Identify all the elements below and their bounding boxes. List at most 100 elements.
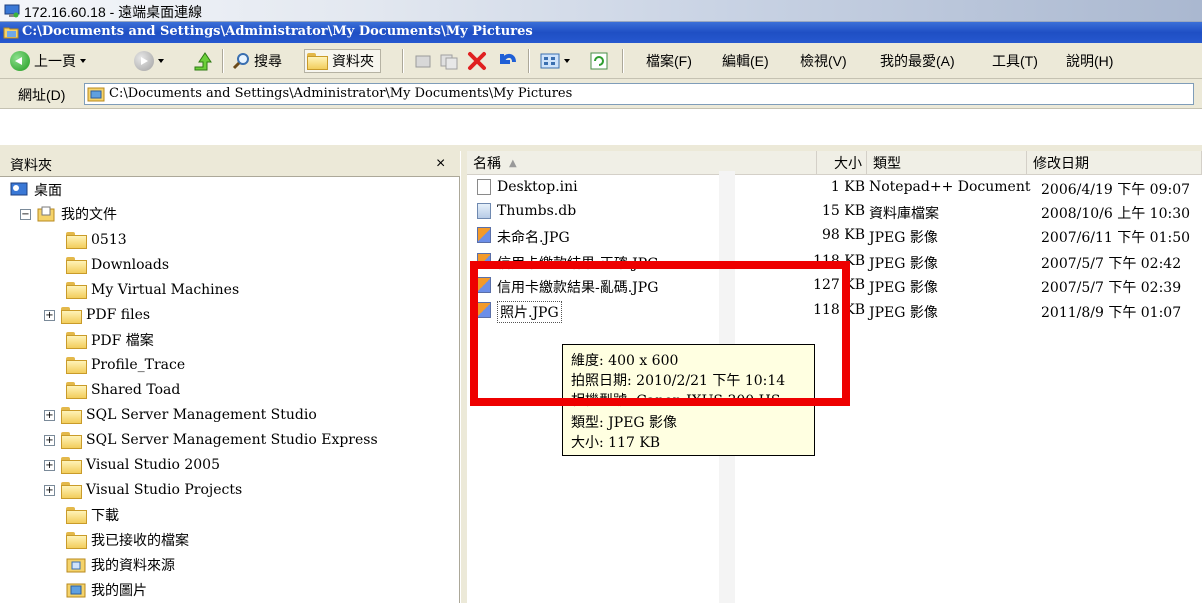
tree-label: Shared Toad xyxy=(91,382,181,398)
tree-item-my-documents[interactable]: − 我的文件 xyxy=(20,203,117,225)
menu-favorites[interactable]: 我的最愛(A) xyxy=(880,51,955,71)
views-button[interactable] xyxy=(540,49,570,73)
column-header-modified[interactable]: 修改日期 xyxy=(1027,151,1202,175)
tree-label: PDF files xyxy=(86,307,151,323)
ini-file-icon xyxy=(477,179,491,195)
copy-to-button[interactable] xyxy=(440,49,458,73)
tree-label: Downloads xyxy=(91,257,170,273)
menu-edit[interactable]: 編輯(E) xyxy=(722,51,769,71)
tree-item-sql-ssms[interactable]: + SQL Server Management Studio xyxy=(44,404,317,426)
menu-help[interactable]: 說明(H) xyxy=(1066,51,1113,71)
sort-ascending-icon: ▲ xyxy=(509,157,517,169)
tree-item-shared-toad[interactable]: Shared Toad xyxy=(66,379,180,401)
expand-toggle[interactable]: + xyxy=(44,434,55,446)
copy-to-icon xyxy=(440,54,458,70)
address-bar: 網址(D) C:\Documents and Settings\Administ… xyxy=(0,79,1202,109)
column-header-name[interactable]: 名稱 ▲ xyxy=(467,151,817,175)
folder-icon xyxy=(307,53,328,70)
expand-toggle[interactable]: + xyxy=(44,459,55,471)
folders-label: 資料夾 xyxy=(332,53,374,69)
file-modified: 2008/10/6 上午 10:30 xyxy=(1041,206,1191,222)
file-size: 98 KB xyxy=(821,227,865,243)
file-row[interactable]: Desktop.ini 1 KB Notepad++ Document 2006… xyxy=(467,176,1202,200)
menu-tools[interactable]: 工具(T) xyxy=(992,51,1038,71)
jpeg-file-icon xyxy=(477,227,491,243)
close-pane-button[interactable]: × xyxy=(436,155,445,173)
move-to-icon xyxy=(415,55,431,68)
tree-label: My Virtual Machines xyxy=(91,282,240,298)
chevron-down-icon xyxy=(564,59,570,63)
tree-label: Visual Studio Projects xyxy=(86,482,243,498)
tree-item-my-pictures[interactable]: 我的圖片 xyxy=(66,579,147,601)
column-header-size[interactable]: 大小 xyxy=(817,151,867,175)
data-sources-folder-icon xyxy=(66,558,86,573)
folder-icon xyxy=(66,257,87,274)
tree-item-sql-ssms-express[interactable]: + SQL Server Management Studio Express xyxy=(44,429,378,451)
expand-toggle[interactable]: + xyxy=(44,484,55,496)
tree-label: 桌面 xyxy=(34,183,62,199)
tree-label: Visual Studio 2005 xyxy=(86,457,220,473)
tree-label: Profile_Trace xyxy=(91,357,186,373)
tree-item-pdf-archive[interactable]: PDF 檔案 xyxy=(66,329,154,351)
file-modified: 2011/8/9 下午 01:07 xyxy=(1041,305,1182,321)
address-input[interactable]: C:\Documents and Settings\Administrator\… xyxy=(84,83,1194,105)
back-button[interactable]: 上一頁 xyxy=(10,49,86,73)
forward-button[interactable] xyxy=(134,49,164,73)
file-type: JPEG 影像 xyxy=(869,256,938,272)
folder-icon xyxy=(66,507,87,524)
tree-item-desktop[interactable]: 桌面 xyxy=(10,179,62,201)
folder-icon xyxy=(61,407,82,424)
tree-item-my-virtual-machines[interactable]: My Virtual Machines xyxy=(66,279,239,301)
tree-label: 下載 xyxy=(91,508,119,524)
folder-icon xyxy=(66,532,87,549)
tree-label: 我的圖片 xyxy=(91,583,147,599)
folders-button[interactable]: 資料夾 xyxy=(304,49,381,73)
menu-view[interactable]: 檢視(V) xyxy=(800,51,847,71)
chevron-down-icon xyxy=(158,59,164,63)
tree-item-0513[interactable]: 0513 xyxy=(66,229,127,251)
folder-icon xyxy=(61,482,82,499)
my-documents-icon xyxy=(37,206,55,222)
file-row[interactable]: Thumbs.db 15 KB 資料庫檔案 2008/10/6 上午 10:30 xyxy=(467,200,1202,224)
tree-item-vs-projects[interactable]: + Visual Studio Projects xyxy=(44,479,242,501)
search-button[interactable]: 搜尋 xyxy=(232,49,282,73)
file-name: 未命名.JPG xyxy=(497,230,570,246)
tree-item-downloads-zh[interactable]: 下載 xyxy=(66,504,119,526)
forward-arrow-icon xyxy=(134,51,154,71)
file-row[interactable]: 未命名.JPG 98 KB JPEG 影像 2007/6/11 下午 01:50 xyxy=(467,224,1202,248)
folder-icon xyxy=(61,457,82,474)
tree-item-vs2005[interactable]: + Visual Studio 2005 xyxy=(44,454,220,476)
file-type: JPEG 影像 xyxy=(869,280,938,296)
tooltip-type: 類型: JPEG 影像 xyxy=(571,415,678,431)
column-header-type[interactable]: 類型 xyxy=(867,151,1027,175)
menu-file[interactable]: 檔案(F) xyxy=(646,51,692,71)
collapse-toggle[interactable]: − xyxy=(20,208,31,220)
delete-button[interactable] xyxy=(466,49,488,73)
tree-label: 0513 xyxy=(91,232,127,248)
database-file-icon xyxy=(477,203,491,219)
column-label: 類型 xyxy=(873,156,901,172)
tree-label: 我已接收的檔案 xyxy=(91,533,189,549)
folder-pane-title: 資料夾 xyxy=(10,157,52,173)
tree-item-received-files[interactable]: 我已接收的檔案 xyxy=(66,529,189,551)
file-modified: 2007/5/7 下午 02:39 xyxy=(1041,280,1182,296)
folder-icon xyxy=(66,232,87,249)
tree-label: SQL Server Management Studio Express xyxy=(86,432,378,448)
up-folder-button[interactable] xyxy=(192,49,214,73)
file-name: Thumbs.db xyxy=(497,203,577,219)
file-type: JPEG 影像 xyxy=(869,305,938,321)
undo-button[interactable] xyxy=(496,49,518,73)
toolbar: 上一頁 搜尋 資料夾 檔案(F) 編輯(E) 檢視(V) 我的最愛(A) 工具(… xyxy=(0,43,1202,79)
tree-item-pdf-files[interactable]: + PDF files xyxy=(44,304,150,326)
sync-button[interactable] xyxy=(590,49,608,73)
expand-toggle[interactable]: + xyxy=(44,409,55,421)
tooltip-size: 大小: 117 KB xyxy=(571,435,661,451)
search-label: 搜尋 xyxy=(254,53,282,69)
tree-item-my-data-sources[interactable]: 我的資料來源 xyxy=(66,554,175,576)
move-to-button[interactable] xyxy=(414,49,432,73)
views-icon xyxy=(540,53,560,69)
expand-toggle[interactable]: + xyxy=(44,309,55,321)
tree-item-profile-trace[interactable]: Profile_Trace xyxy=(66,354,185,376)
tree-item-downloads[interactable]: Downloads xyxy=(66,254,169,276)
folder-pane-header: 資料夾 × xyxy=(0,151,460,177)
